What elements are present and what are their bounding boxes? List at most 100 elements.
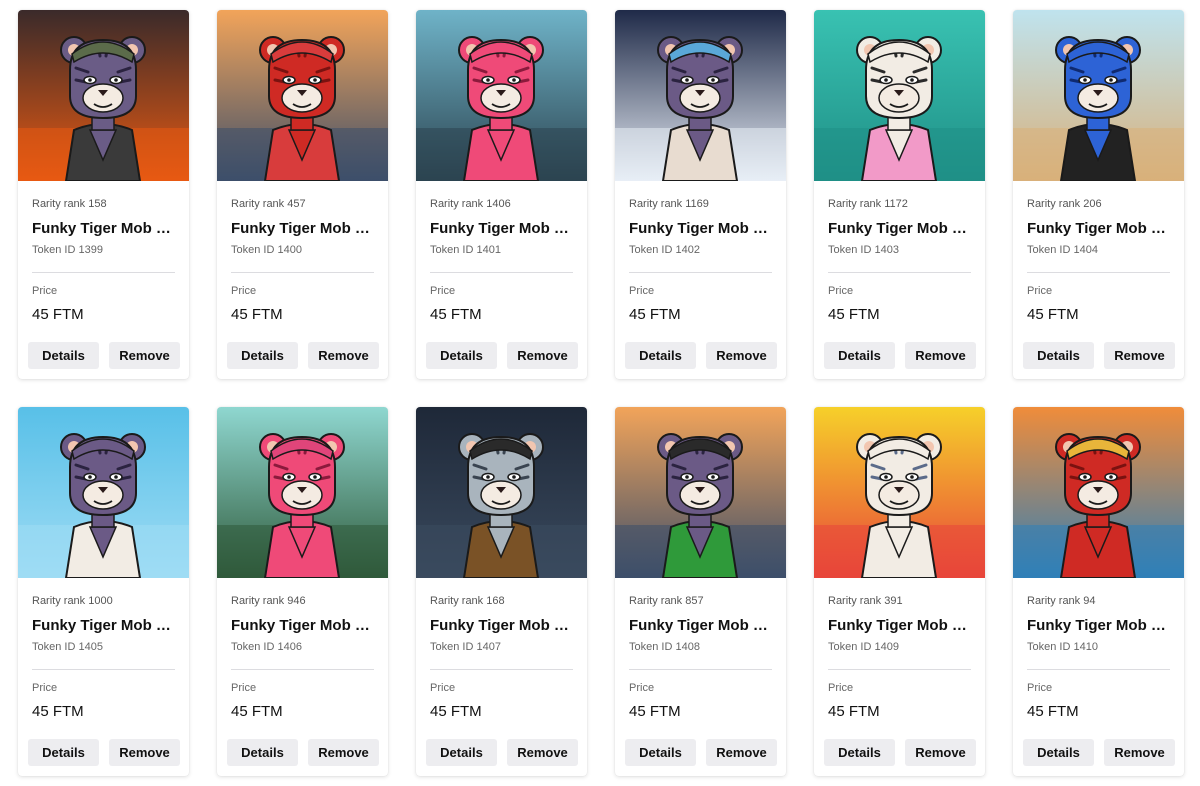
nft-card[interactable]: Rarity rank 1406 Funky Tiger Mob 1401 To… [416, 10, 587, 379]
nft-image[interactable] [18, 10, 189, 181]
nft-image[interactable] [615, 10, 786, 181]
nft-image[interactable] [416, 407, 587, 578]
remove-button[interactable]: Remove [507, 739, 578, 766]
nft-image[interactable] [1013, 407, 1184, 578]
divider [828, 669, 971, 670]
nft-image[interactable] [416, 10, 587, 181]
price-value: 45 FTM [430, 306, 482, 323]
tiger-illustration [615, 10, 786, 181]
price-label: Price [231, 285, 257, 297]
price-value: 45 FTM [1027, 306, 1079, 323]
nft-image[interactable] [1013, 10, 1184, 181]
nft-card[interactable]: Rarity rank 857 Funky Tiger Mob 1408 Tok… [615, 407, 786, 776]
token-id: Token ID 1408 [629, 641, 700, 653]
nft-name[interactable]: Funky Tiger Mob 1407 [430, 617, 570, 634]
card-actions: Details Remove [426, 739, 578, 766]
token-id: Token ID 1400 [231, 244, 302, 256]
remove-button[interactable]: Remove [109, 739, 180, 766]
details-button[interactable]: Details [28, 342, 99, 369]
tiger-illustration [1013, 407, 1184, 578]
details-button[interactable]: Details [1023, 739, 1094, 766]
nft-name[interactable]: Funky Tiger Mob 1406 [231, 617, 371, 634]
price-label: Price [430, 682, 456, 694]
details-button[interactable]: Details [227, 342, 298, 369]
nft-card[interactable]: Rarity rank 1169 Funky Tiger Mob 1402 To… [615, 10, 786, 379]
nft-name[interactable]: Funky Tiger Mob 1402 [629, 220, 769, 237]
details-button[interactable]: Details [824, 739, 895, 766]
tiger-illustration [416, 407, 587, 578]
remove-button[interactable]: Remove [507, 342, 578, 369]
nft-image[interactable] [217, 407, 388, 578]
nft-name[interactable]: Funky Tiger Mob 1408 [629, 617, 769, 634]
card-actions: Details Remove [426, 342, 578, 369]
nft-name[interactable]: Funky Tiger Mob 1404 [1027, 220, 1167, 237]
divider [629, 669, 772, 670]
nft-image[interactable] [18, 407, 189, 578]
tiger-illustration [1013, 10, 1184, 181]
details-button[interactable]: Details [1023, 342, 1094, 369]
nft-card[interactable]: Rarity rank 1000 Funky Tiger Mob 1405 To… [18, 407, 189, 776]
nft-card[interactable]: Rarity rank 457 Funky Tiger Mob 1400 Tok… [217, 10, 388, 379]
nft-card[interactable]: Rarity rank 946 Funky Tiger Mob 1406 Tok… [217, 407, 388, 776]
divider [32, 669, 175, 670]
card-actions: Details Remove [28, 342, 180, 369]
nft-name[interactable]: Funky Tiger Mob 1400 [231, 220, 371, 237]
rarity-rank: Rarity rank 457 [231, 198, 306, 210]
remove-button[interactable]: Remove [706, 739, 777, 766]
nft-card[interactable]: Rarity rank 168 Funky Tiger Mob 1407 Tok… [416, 407, 587, 776]
price-label: Price [430, 285, 456, 297]
price-label: Price [231, 682, 257, 694]
remove-button[interactable]: Remove [109, 342, 180, 369]
tiger-illustration [615, 407, 786, 578]
price-value: 45 FTM [32, 703, 84, 720]
card-actions: Details Remove [1023, 739, 1175, 766]
details-button[interactable]: Details [625, 342, 696, 369]
price-value: 45 FTM [629, 306, 681, 323]
token-id: Token ID 1405 [32, 641, 103, 653]
nft-image[interactable] [217, 10, 388, 181]
nft-image[interactable] [814, 10, 985, 181]
nft-name[interactable]: Funky Tiger Mob 1405 [32, 617, 172, 634]
remove-button[interactable]: Remove [905, 739, 976, 766]
nft-name[interactable]: Funky Tiger Mob 1401 [430, 220, 570, 237]
details-button[interactable]: Details [227, 739, 298, 766]
card-actions: Details Remove [1023, 342, 1175, 369]
tiger-illustration [18, 407, 189, 578]
token-id: Token ID 1410 [1027, 641, 1098, 653]
price-value: 45 FTM [231, 703, 283, 720]
remove-button[interactable]: Remove [308, 342, 379, 369]
price-value: 45 FTM [1027, 703, 1079, 720]
card-actions: Details Remove [625, 739, 777, 766]
token-id: Token ID 1399 [32, 244, 103, 256]
details-button[interactable]: Details [28, 739, 99, 766]
token-id: Token ID 1404 [1027, 244, 1098, 256]
divider [430, 272, 573, 273]
price-value: 45 FTM [430, 703, 482, 720]
remove-button[interactable]: Remove [706, 342, 777, 369]
nft-image[interactable] [615, 407, 786, 578]
card-actions: Details Remove [824, 739, 976, 766]
nft-name[interactable]: Funky Tiger Mob 1409 [828, 617, 968, 634]
remove-button[interactable]: Remove [905, 342, 976, 369]
nft-name[interactable]: Funky Tiger Mob 1403 [828, 220, 968, 237]
nft-card[interactable]: Rarity rank 94 Funky Tiger Mob 1410 Toke… [1013, 407, 1184, 776]
details-button[interactable]: Details [426, 342, 497, 369]
remove-button[interactable]: Remove [1104, 739, 1175, 766]
remove-button[interactable]: Remove [308, 739, 379, 766]
nft-card[interactable]: Rarity rank 158 Funky Tiger Mob 1399 Tok… [18, 10, 189, 379]
details-button[interactable]: Details [625, 739, 696, 766]
nft-name[interactable]: Funky Tiger Mob 1399 [32, 220, 172, 237]
details-button[interactable]: Details [426, 739, 497, 766]
card-actions: Details Remove [625, 342, 777, 369]
price-value: 45 FTM [828, 306, 880, 323]
token-id: Token ID 1406 [231, 641, 302, 653]
nft-name[interactable]: Funky Tiger Mob 1410 [1027, 617, 1167, 634]
rarity-rank: Rarity rank 391 [828, 595, 903, 607]
remove-button[interactable]: Remove [1104, 342, 1175, 369]
details-button[interactable]: Details [824, 342, 895, 369]
nft-image[interactable] [814, 407, 985, 578]
nft-card[interactable]: Rarity rank 206 Funky Tiger Mob 1404 Tok… [1013, 10, 1184, 379]
nft-card[interactable]: Rarity rank 391 Funky Tiger Mob 1409 Tok… [814, 407, 985, 776]
nft-card[interactable]: Rarity rank 1172 Funky Tiger Mob 1403 To… [814, 10, 985, 379]
divider [828, 272, 971, 273]
